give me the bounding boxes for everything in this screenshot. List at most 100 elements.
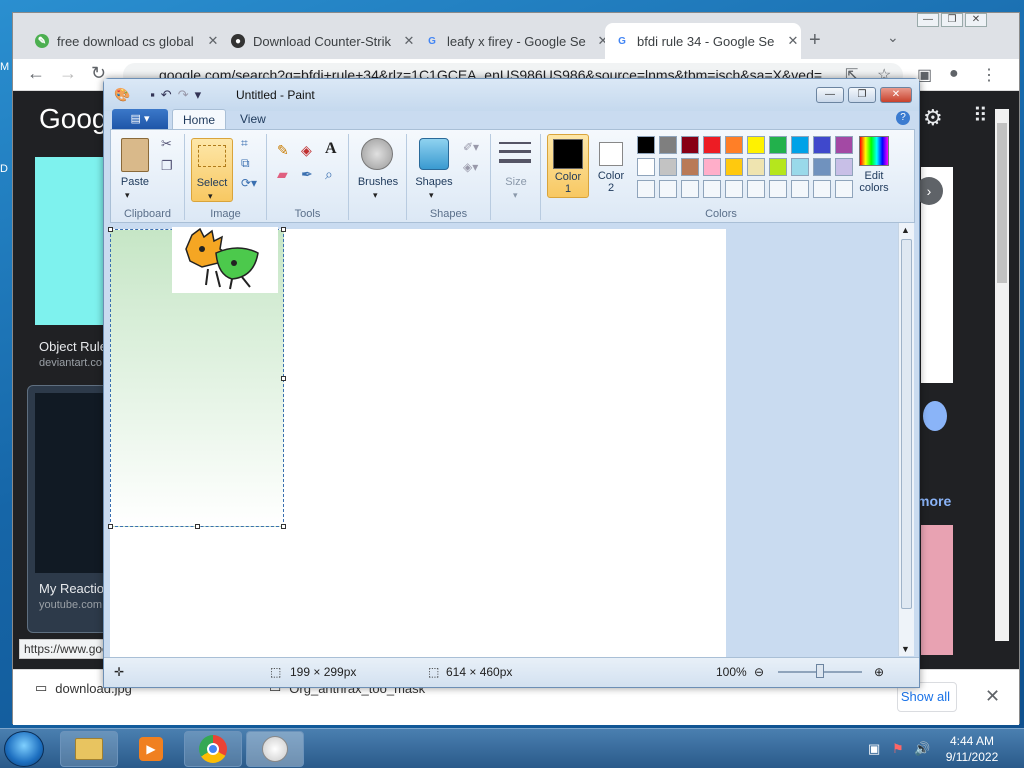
palette-swatch[interactable] — [813, 136, 831, 154]
scroll-down-icon[interactable]: ▼ — [901, 644, 910, 654]
paint-close-icon[interactable]: ✕ — [880, 87, 912, 103]
edit-colors-label-2[interactable]: colors — [851, 182, 897, 194]
shapes-icon[interactable] — [419, 138, 449, 170]
crop-icon[interactable]: ⌗ — [241, 136, 248, 151]
custom-color-slot[interactable] — [769, 180, 787, 198]
palette-swatch[interactable] — [791, 158, 809, 176]
tab-bfdi-active[interactable]: G bfdi rule 34 - Google Se ✕ — [605, 23, 801, 59]
customize-qa-icon[interactable]: ▾ — [195, 87, 202, 103]
tab-counter-strike[interactable]: ● Download Counter-Strik ✕ — [221, 23, 417, 59]
tab-close-icon[interactable]: ✕ — [785, 33, 801, 49]
system-clock[interactable]: 4:44 AM 9/11/2022 — [940, 733, 1004, 765]
canvas-scroll-thumb[interactable] — [901, 239, 912, 609]
zoom-slider-thumb[interactable] — [816, 664, 824, 678]
selection-handle[interactable] — [195, 524, 200, 529]
paint-minimize-icon[interactable]: — — [816, 87, 844, 103]
palette-swatch[interactable] — [681, 136, 699, 154]
size-dropdown-icon[interactable]: ▾ — [513, 190, 518, 201]
apps-grid-icon[interactable]: ⠿ — [973, 103, 988, 128]
palette-swatch[interactable] — [813, 158, 831, 176]
paint-maximize-icon[interactable]: ❐ — [848, 87, 876, 103]
shapes-button[interactable]: Shapes — [407, 176, 461, 188]
zoom-in-icon[interactable]: ⊕ — [874, 665, 884, 679]
palette-swatch[interactable] — [835, 136, 853, 154]
resize-icon[interactable]: ⧉ — [241, 156, 250, 171]
tab-cs-global[interactable]: ✎ free download cs global ✕ — [25, 23, 221, 59]
edit-colors-label-1[interactable]: Edit — [851, 170, 897, 182]
start-button-icon[interactable] — [4, 731, 44, 767]
tab-home[interactable]: Home — [172, 109, 227, 129]
color-picker-icon[interactable]: ✒ — [301, 166, 313, 183]
volume-icon[interactable]: 🔊 — [914, 741, 930, 757]
eraser-icon[interactable]: ▰ — [277, 166, 288, 183]
custom-color-slot[interactable] — [791, 180, 809, 198]
forward-arrow-icon[interactable]: → — [59, 63, 77, 84]
selection-handle[interactable] — [281, 524, 286, 529]
see-more-link[interactable]: more — [917, 493, 951, 509]
pasted-image-firey-leafy[interactable] — [172, 227, 278, 293]
blue-circle-button[interactable] — [923, 401, 947, 431]
result-image-2[interactable] — [35, 393, 105, 573]
color1-button[interactable]: Color 1 — [547, 134, 589, 198]
selection-handle[interactable] — [281, 376, 286, 381]
google-logo[interactable]: Goog — [39, 103, 108, 135]
rotate-icon[interactable]: ⟳▾ — [241, 176, 257, 190]
custom-color-slot[interactable] — [747, 180, 765, 198]
scroll-up-icon[interactable]: ▲ — [901, 225, 910, 235]
size-button[interactable]: Size — [491, 176, 541, 188]
action-center-flag-icon[interactable]: ⚑ — [892, 741, 904, 757]
taskbar-media-player[interactable]: ▶ — [122, 731, 180, 767]
palette-swatch[interactable] — [703, 136, 721, 154]
palette-swatch[interactable] — [681, 158, 699, 176]
minimize-icon[interactable]: — — [917, 13, 939, 27]
brushes-dropdown-icon[interactable]: ▾ — [373, 190, 378, 201]
brush-icon[interactable] — [361, 138, 393, 170]
result-1-title[interactable]: Object Rule — [39, 339, 107, 354]
outline-icon[interactable]: ✐▾ — [463, 140, 479, 154]
custom-color-slot[interactable] — [813, 180, 831, 198]
tab-close-icon[interactable]: ✕ — [205, 33, 221, 49]
selection-handle[interactable] — [108, 524, 113, 529]
taskbar-paint[interactable] — [246, 731, 304, 767]
close-icon[interactable]: ✕ — [965, 13, 987, 27]
custom-color-slot[interactable] — [637, 180, 655, 198]
undo-icon[interactable]: ↶ — [161, 87, 172, 103]
text-icon[interactable]: A — [325, 140, 337, 158]
result-image-right-2[interactable] — [921, 525, 953, 655]
save-icon[interactable]: ▪ — [150, 87, 155, 103]
page-scrollbar-thumb[interactable] — [997, 123, 1007, 283]
palette-swatch[interactable] — [769, 158, 787, 176]
color2-button[interactable]: Color 2 — [591, 134, 631, 198]
palette-swatch[interactable] — [769, 136, 787, 154]
selection-handle[interactable] — [281, 227, 286, 232]
cut-icon[interactable]: ✂ — [161, 136, 172, 152]
help-icon[interactable]: ? — [896, 111, 910, 125]
zoom-out-icon[interactable]: ⊖ — [754, 665, 764, 679]
taskbar-explorer[interactable] — [60, 731, 118, 767]
paste-icon[interactable] — [121, 138, 149, 172]
paste-button[interactable]: Paste — [115, 176, 155, 188]
tab-search-chevron-icon[interactable]: ⌄ — [887, 29, 899, 46]
custom-color-slot[interactable] — [725, 180, 743, 198]
edit-colors-icon[interactable] — [859, 136, 889, 166]
tab-view[interactable]: View — [230, 109, 276, 129]
palette-swatch[interactable] — [747, 136, 765, 154]
select-button[interactable]: Select ▾ — [191, 138, 233, 202]
settings-gear-icon[interactable]: ⚙ — [923, 105, 943, 131]
paint-app-icon[interactable]: 🎨 — [114, 87, 130, 103]
selection-handle[interactable] — [108, 227, 113, 232]
palette-swatch[interactable] — [703, 158, 721, 176]
brushes-button[interactable]: Brushes — [349, 176, 407, 188]
profile-avatar-icon[interactable]: ● — [949, 65, 959, 83]
paste-dropdown-icon[interactable]: ▾ — [125, 190, 130, 201]
palette-swatch[interactable] — [637, 158, 655, 176]
palette-swatch[interactable] — [659, 158, 677, 176]
new-tab-button[interactable]: + — [809, 29, 821, 52]
shape-fill-icon[interactable]: ◈▾ — [463, 160, 478, 174]
result-image-1[interactable] — [35, 157, 107, 325]
restore-icon[interactable]: ❐ — [941, 13, 963, 27]
palette-swatch[interactable] — [637, 136, 655, 154]
tab-leafy-firey[interactable]: G leafy x firey - Google Se ✕ — [415, 23, 611, 59]
palette-swatch[interactable] — [725, 158, 743, 176]
network-icon[interactable]: ▣ — [868, 741, 880, 757]
